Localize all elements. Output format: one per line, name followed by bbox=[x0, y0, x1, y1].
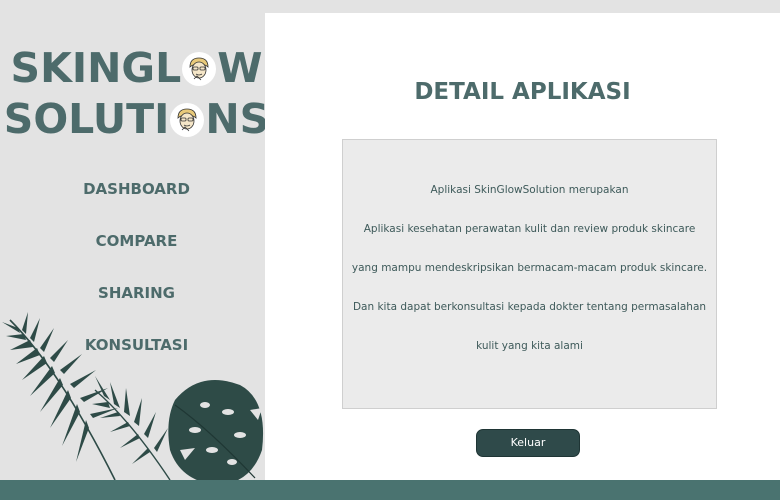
main-panel: DETAIL APLIKASI Aplikasi SkinGlowSolutio… bbox=[265, 13, 780, 482]
page-title: DETAIL APLIKASI bbox=[414, 79, 631, 105]
description-line: Aplikasi kesehatan perawatan kulit dan r… bbox=[363, 223, 696, 235]
nav-item-dashboard[interactable]: DASHBOARD bbox=[0, 180, 265, 198]
brand-logo-line2: SOLUTI NS bbox=[0, 95, 265, 143]
brand-text-part: SKINGL bbox=[10, 44, 182, 92]
skincare-face-icon bbox=[170, 103, 205, 137]
skincare-face-icon bbox=[182, 52, 217, 86]
description-line: kulit yang kita alami bbox=[476, 340, 583, 352]
description-line: Aplikasi SkinGlowSolution merupakan bbox=[430, 184, 629, 196]
footer-bar bbox=[0, 480, 780, 500]
brand-logo-line1: SKINGL W bbox=[0, 44, 265, 92]
description-line: yang mampu mendeskripsikan bermacam-maca… bbox=[351, 262, 708, 274]
monstera-leaves-decoration bbox=[2, 312, 264, 485]
brand-text-part: W bbox=[217, 44, 263, 92]
exit-button[interactable]: Keluar bbox=[476, 429, 580, 457]
description-line: Dan kita dapat berkonsultasi kepada dokt… bbox=[352, 301, 707, 313]
nav-item-compare[interactable]: COMPARE bbox=[0, 232, 265, 250]
app-description-box: Aplikasi SkinGlowSolution merupakan Apli… bbox=[342, 139, 717, 409]
brand-text-part: SOLUTI bbox=[3, 95, 170, 143]
sidebar: SKINGL W SOLUTI NS DASHBOARD COMPARE SHA… bbox=[0, 0, 265, 500]
brand-text-part: NS bbox=[205, 95, 265, 143]
